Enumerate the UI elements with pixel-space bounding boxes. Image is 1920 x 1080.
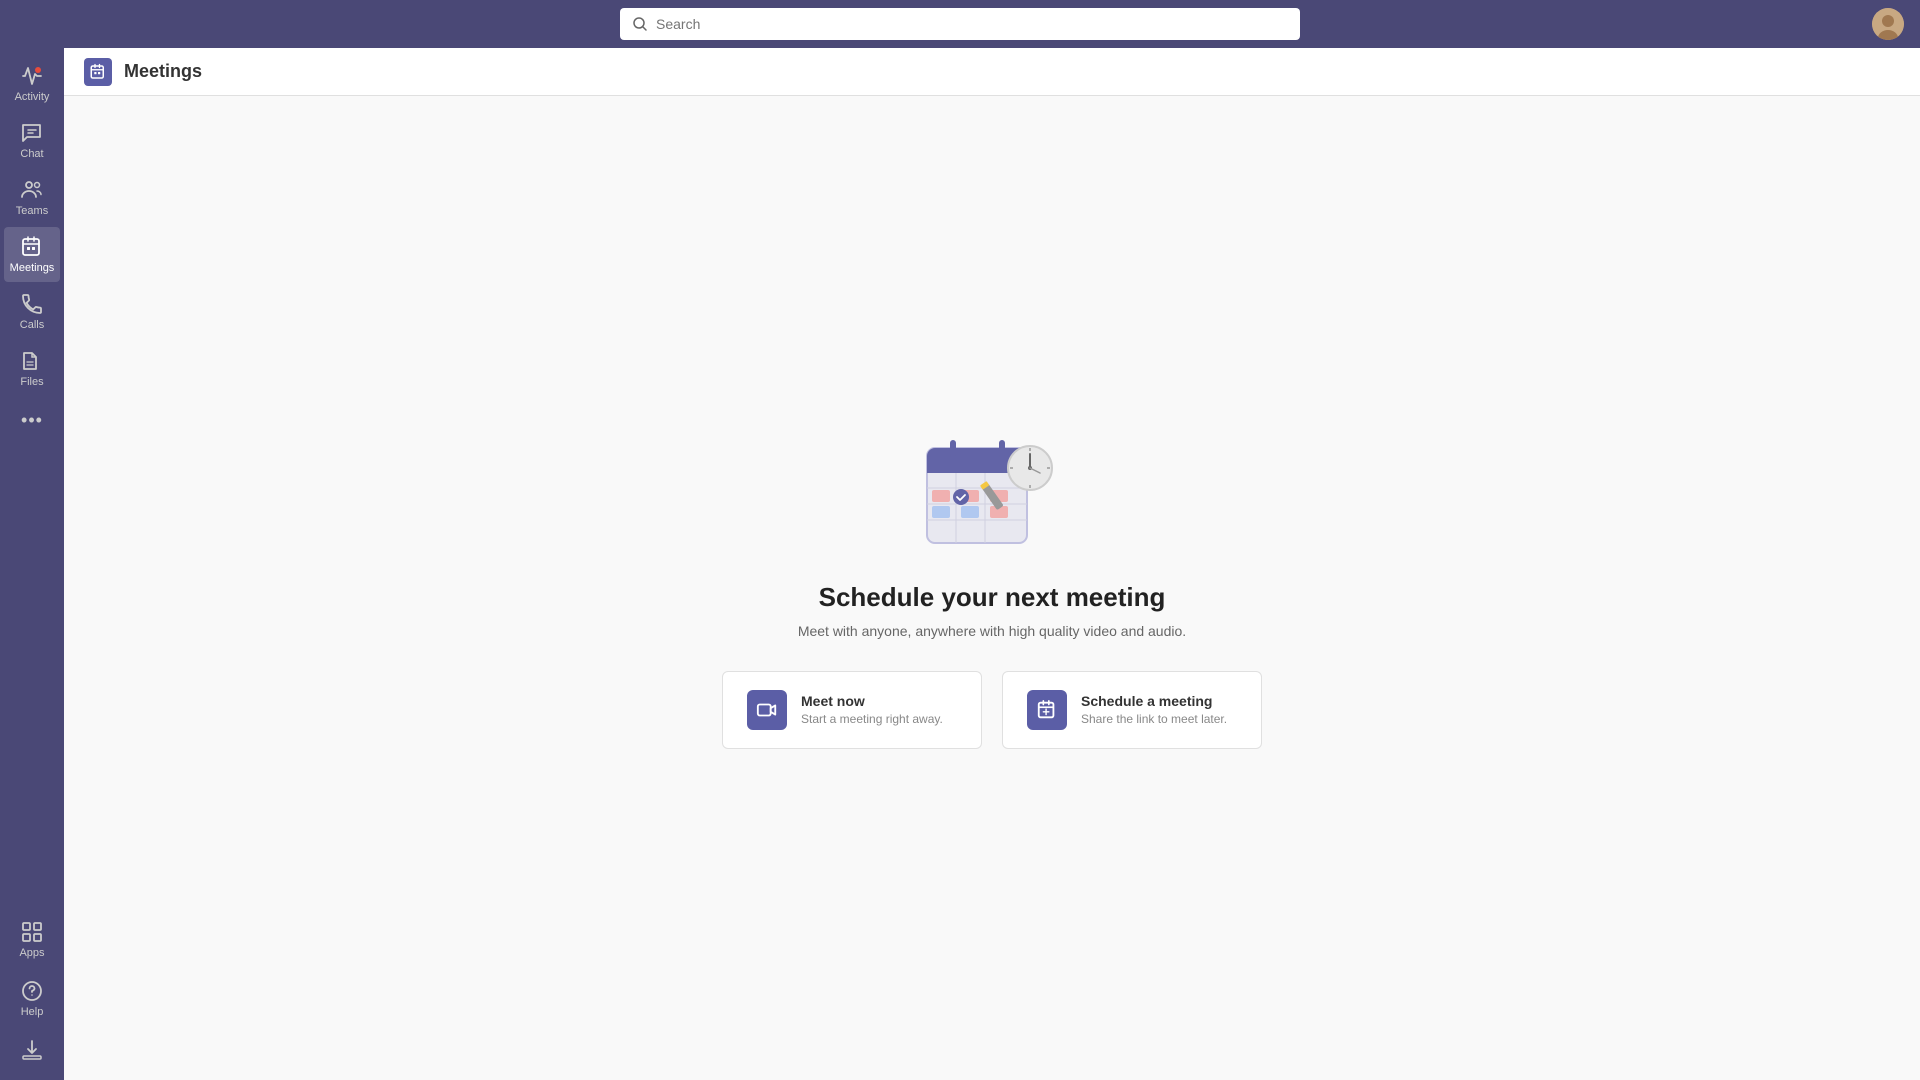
- header-icon: [84, 58, 112, 86]
- topbar: [0, 0, 1920, 48]
- schedule-meeting-subtitle: Share the link to meet later.: [1081, 712, 1227, 726]
- calls-icon: [20, 292, 44, 316]
- sidebar-bottom: Apps Help: [0, 912, 64, 1080]
- sidebar-item-download[interactable]: [4, 1030, 60, 1070]
- sidebar-item-meetings-label: Meetings: [10, 262, 55, 274]
- sidebar-item-teams[interactable]: Teams: [4, 170, 60, 225]
- meet-now-subtitle: Start a meeting right away.: [801, 712, 943, 726]
- meetings-icon: [20, 235, 44, 259]
- apps-icon: [20, 920, 44, 944]
- teams-icon: [20, 178, 44, 202]
- search-input[interactable]: [656, 16, 1288, 32]
- schedule-meeting-title: Schedule a meeting: [1081, 693, 1227, 709]
- sidebar-help-label: Help: [21, 1006, 44, 1018]
- sidebar-item-more[interactable]: •••: [4, 402, 60, 439]
- avatar[interactable]: [1872, 8, 1904, 40]
- meet-now-card[interactable]: Meet now Start a meeting right away.: [722, 671, 982, 749]
- meet-now-title: Meet now: [801, 693, 943, 709]
- more-dots: •••: [21, 410, 43, 431]
- main-heading: Schedule your next meeting: [819, 582, 1166, 613]
- sidebar-item-files[interactable]: Files: [4, 341, 60, 396]
- meetings-header-icon: [89, 63, 107, 81]
- video-icon: [756, 699, 778, 721]
- sidebar: Activity Chat Teams: [0, 48, 64, 1080]
- chat-icon: [20, 121, 44, 145]
- sidebar-item-calls[interactable]: Calls: [4, 284, 60, 339]
- sidebar-item-apps[interactable]: Apps: [4, 912, 60, 967]
- calendar-icon: [1036, 699, 1058, 721]
- search-icon: [632, 16, 648, 32]
- download-icon: [20, 1038, 44, 1062]
- sidebar-item-meetings[interactable]: Meetings: [4, 227, 60, 282]
- meeting-illustration: [912, 428, 1072, 558]
- main-subheading: Meet with anyone, anywhere with high qua…: [798, 623, 1186, 639]
- action-cards: Meet now Start a meeting right away.: [722, 671, 1262, 749]
- schedule-meeting-card[interactable]: Schedule a meeting Share the link to mee…: [1002, 671, 1262, 749]
- meet-now-icon: [747, 690, 787, 730]
- sidebar-item-files-label: Files: [20, 376, 43, 388]
- meet-now-text: Meet now Start a meeting right away.: [801, 693, 943, 726]
- sidebar-item-help[interactable]: Help: [4, 971, 60, 1026]
- sidebar-item-activity-label: Activity: [15, 91, 50, 103]
- schedule-meeting-text: Schedule a meeting Share the link to mee…: [1081, 693, 1227, 726]
- calendar-svg: [912, 428, 1072, 558]
- page-title: Meetings: [124, 61, 202, 82]
- sidebar-item-calls-label: Calls: [20, 319, 44, 331]
- help-icon: [20, 979, 44, 1003]
- files-icon: [20, 349, 44, 373]
- main-layout: Activity Chat Teams: [0, 48, 1920, 1080]
- activity-icon: [20, 64, 44, 88]
- schedule-meeting-icon: [1027, 690, 1067, 730]
- sidebar-apps-label: Apps: [19, 947, 44, 959]
- main-content: Schedule your next meeting Meet with any…: [64, 96, 1920, 1080]
- content-area: Meetings: [64, 48, 1920, 1080]
- sidebar-item-chat[interactable]: Chat: [4, 113, 60, 168]
- content-header: Meetings: [64, 48, 1920, 96]
- sidebar-item-chat-label: Chat: [20, 148, 43, 160]
- sidebar-item-teams-label: Teams: [16, 205, 48, 217]
- sidebar-item-activity[interactable]: Activity: [4, 56, 60, 111]
- search-bar[interactable]: [620, 8, 1300, 40]
